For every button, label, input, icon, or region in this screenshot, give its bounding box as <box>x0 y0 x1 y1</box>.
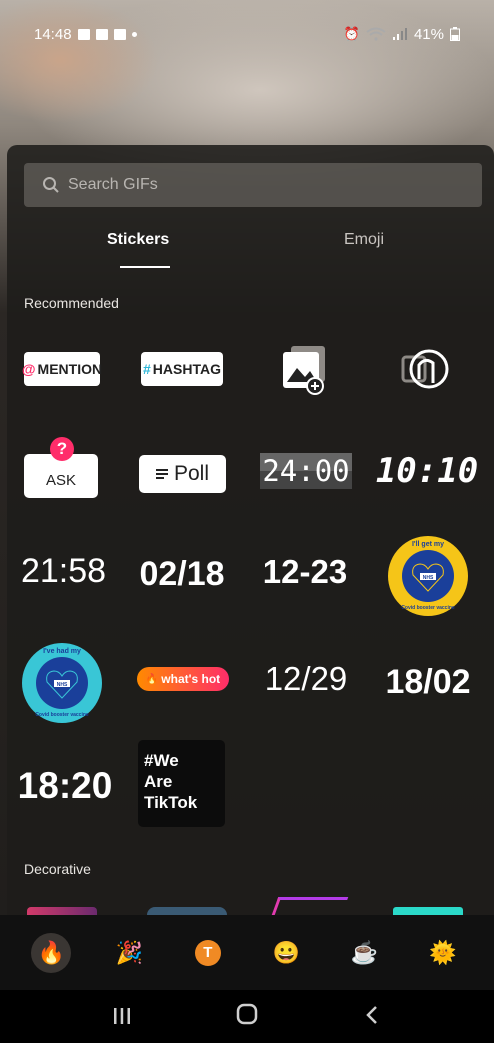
digital-clock-sticker[interactable]: 10:10 <box>376 451 478 491</box>
add-photo-sticker[interactable] <box>275 340 335 400</box>
poll-label: Poll <box>173 462 210 485</box>
vaccine-1-badge: NHS <box>422 575 434 581</box>
time-sticker-2[interactable]: 18:20 <box>15 762 115 810</box>
vaccine-2-bottom-text: Covid booster vaccine <box>35 712 89 718</box>
ask-sticker[interactable]: ? ASK <box>24 437 98 499</box>
date-2-label: 12-23 <box>262 553 348 590</box>
flip-clock-sticker[interactable]: 24:00 <box>260 452 352 490</box>
hashtag-sticker[interactable]: # HASHTAG <box>141 352 223 386</box>
wifi-icon <box>366 27 386 41</box>
date-3-label: 12/29 <box>264 660 348 697</box>
battery-percent: 41% <box>413 25 444 43</box>
flip-clock-label: 24:00 <box>260 453 352 489</box>
sticker-panel: Search GIFs Stickers Emoji Recommended @… <box>7 145 494 990</box>
tab-stickers[interactable]: Stickers <box>107 231 169 249</box>
date-sticker-2[interactable]: 12-23 <box>262 549 348 595</box>
active-tab-indicator <box>120 266 170 268</box>
tab-emoji[interactable]: Emoji <box>344 231 384 249</box>
coffee-icon[interactable]: ☕ <box>344 933 384 973</box>
decorative-sticker-4[interactable] <box>393 907 463 915</box>
date-1-label: 02/18 <box>139 554 225 593</box>
tab-bar: Stickers Emoji <box>7 225 494 269</box>
poll-sticker[interactable]: Poll <box>139 455 226 493</box>
vaccine-1-top-text: I'll get my <box>411 541 444 548</box>
section-decorative: Decorative <box>24 861 91 877</box>
we-are-tiktok-sticker[interactable]: #We Are TikTok <box>138 740 225 827</box>
poll-lines-icon <box>155 469 168 479</box>
vaccine-sticker-teal[interactable]: I've had my NHS Covid booster vaccine <box>21 642 103 724</box>
photo-frame-sticker[interactable] <box>395 343 455 395</box>
whats-hot-label: what's hot <box>161 672 221 686</box>
sticker-frame-icon <box>401 349 449 389</box>
mention-sticker[interactable]: @ MENTION <box>21 352 103 386</box>
mention-label: MENTION <box>37 361 103 377</box>
more-notifications-icon <box>131 31 137 37</box>
section-recommended: Recommended <box>24 295 119 311</box>
digital-clock-label: 10:10 <box>375 451 479 491</box>
smiley-icon[interactable]: 😀 <box>266 933 306 973</box>
decorative-sticker-3[interactable] <box>271 897 349 915</box>
ask-label: ASK <box>45 472 76 489</box>
search-icon <box>43 177 59 193</box>
home-icon[interactable] <box>227 1001 267 1032</box>
date-sticker-4[interactable]: 18/02 <box>383 659 473 705</box>
fire-small-icon: 🔥 <box>145 673 159 685</box>
vaccine-2-badge: NHS <box>56 682 68 688</box>
status-time: 14:48 <box>34 25 72 43</box>
we-are-tiktok-label: #We Are TikTok <box>144 751 198 812</box>
alarm-icon: ⏰ <box>343 26 360 41</box>
sun-icon[interactable]: 🌞 <box>423 933 463 973</box>
back-icon[interactable] <box>352 1001 392 1032</box>
vaccine-sticker-yellow[interactable]: I'll get my NHS Covid booster vaccine <box>387 535 469 617</box>
hash-icon: # <box>143 361 151 377</box>
text-t-icon[interactable]: T <box>188 933 228 973</box>
fire-icon[interactable]: 🔥 <box>31 932 72 973</box>
calendar-icon <box>95 28 108 40</box>
search-bar[interactable]: Search GIFs <box>24 163 482 207</box>
system-nav-bar <box>0 990 494 1043</box>
vaccine-1-bottom-text: Covid booster vaccine <box>401 605 455 611</box>
decorative-sticker-2[interactable] <box>147 907 227 915</box>
date-sticker-1[interactable]: 02/18 <box>137 551 227 597</box>
recent-apps-icon[interactable] <box>102 1001 142 1032</box>
time-sticker-1[interactable]: 21:58 <box>16 549 111 593</box>
message-icon <box>113 28 126 40</box>
image-add-icon <box>283 346 325 395</box>
hashtag-label: HASHTAG <box>152 361 221 377</box>
status-bar: 14:48 ⏰ 41% <box>0 0 494 68</box>
party-popper-icon[interactable]: 🎉 <box>109 933 149 973</box>
search-placeholder: Search GIFs <box>68 176 158 193</box>
vaccine-2-top-text: I've had my <box>43 648 81 655</box>
whats-hot-sticker[interactable]: 🔥 what's hot <box>137 667 229 691</box>
signal-icon <box>392 28 407 40</box>
time-2-label: 18:20 <box>17 765 113 806</box>
date-4-label: 18/02 <box>385 662 471 701</box>
gallery-icon <box>77 28 90 40</box>
battery-icon <box>450 27 460 41</box>
question-icon: ? <box>50 437 74 461</box>
time-1-label: 21:58 <box>20 551 107 590</box>
date-sticker-3[interactable]: 12/29 <box>257 657 355 701</box>
at-icon: @ <box>21 361 36 377</box>
decorative-sticker-1[interactable] <box>27 907 97 915</box>
sticker-category-tray: 🔥 🎉 T 😀 ☕ 🌞 <box>0 915 494 990</box>
